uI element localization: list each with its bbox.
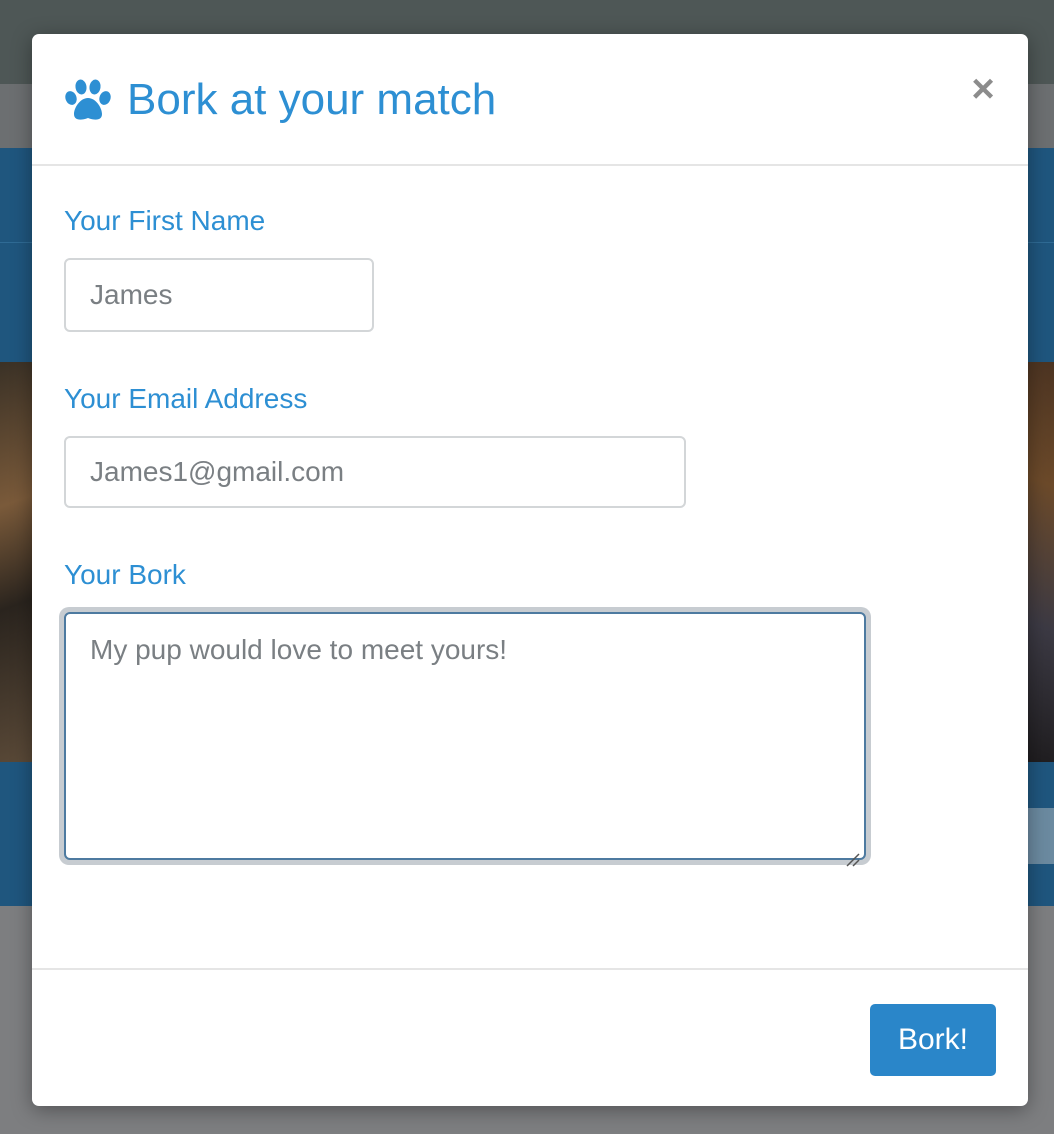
close-button[interactable]: × [966, 69, 1000, 109]
bork-textarea[interactable]: My pup would love to meet yours! [64, 612, 866, 867]
bork-submit-button[interactable]: Bork! [870, 1004, 996, 1076]
modal-title: Bork at your match [127, 75, 497, 124]
bork-textarea-text: My pup would love to meet yours! [90, 634, 508, 665]
first-name-input[interactable]: James [64, 258, 374, 332]
paw-icon [64, 78, 112, 122]
email-label: Your Email Address [64, 383, 308, 414]
modal-header: Bork at your match × [32, 34, 1028, 166]
bork-textarea-focus-ring: My pup would love to meet yours! [59, 607, 871, 867]
bork-label: Your Bork [64, 559, 186, 590]
modal-footer: Bork! [32, 968, 1028, 1108]
bork-modal: Bork at your match × Your First Name Jam… [32, 34, 1028, 1106]
resize-handle-icon[interactable] [844, 838, 860, 867]
first-name-label: Your First Name [64, 205, 266, 236]
email-input[interactable]: James1@gmail.com [64, 436, 686, 508]
background-button [1028, 808, 1054, 864]
